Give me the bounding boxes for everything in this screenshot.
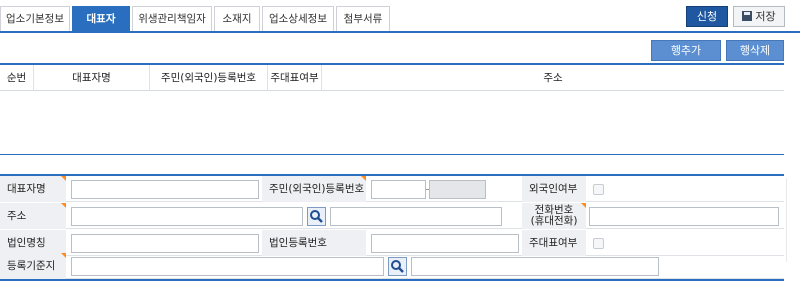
phone-label-line2: (휴대전화) [530,215,578,227]
rep-name-input[interactable] [71,180,259,199]
tab-hygiene-manager[interactable]: 위생관리책임자 [132,6,212,32]
reg-basis-address-input[interactable] [411,257,659,276]
resident-no-back-input [429,180,486,199]
magnifier-icon [310,210,323,223]
magnifier-icon [391,260,404,273]
tab-business-details[interactable]: 업소상세정보 [262,6,334,32]
apply-button[interactable]: 신청 [686,6,728,27]
foreigner-label: 외국인여부 [522,176,586,202]
grid-bottom-border [0,154,784,155]
column-header-resident-no[interactable]: 주민(외국인)등록번호 [150,65,268,91]
add-row-button[interactable]: 행추가 [651,40,721,61]
grid-header: 순번 대표자명 주민(외국인)등록번호 주대표여부 주소 [0,65,784,91]
phone-label: 전화번호 (휴대전화) [522,203,586,229]
save-button[interactable]: 저장 [733,6,785,27]
delete-row-button[interactable]: 행삭제 [726,40,784,61]
corp-reg-no-input[interactable] [371,234,519,253]
column-header-main-rep[interactable]: 주대표여부 [268,65,322,91]
column-header-seq[interactable]: 순번 [0,65,34,91]
foreigner-checkbox[interactable] [593,184,604,195]
reg-basis-label: 등록기준지 [0,253,66,279]
grid-body[interactable] [0,92,784,154]
form-bottom-border [0,279,784,281]
tab-bar-underline [0,31,800,33]
save-button-label: 저장 [755,10,776,23]
main-rep-checkbox[interactable] [593,238,604,249]
reg-basis-search-button[interactable] [388,257,407,276]
address-label: 주소 [0,203,66,229]
phone-input[interactable] [589,207,779,226]
floppy-disk-icon [742,11,753,21]
form-row-reg-basis: 등록기준지 [0,253,784,279]
corp-name-input[interactable] [71,234,259,253]
resident-no-front-input[interactable] [371,180,426,199]
form-row-address: 주소 전화번호 (휴대전화) [0,203,784,229]
address-search-button[interactable] [307,207,326,226]
column-header-address[interactable]: 주소 [322,65,784,91]
rep-name-label: 대표자명 [0,176,66,202]
reg-basis-zip-input[interactable] [71,257,384,276]
column-header-rep-name[interactable]: 대표자명 [34,65,150,91]
tab-location[interactable]: 소재지 [214,6,260,32]
tab-representative[interactable]: 대표자 [72,6,130,32]
zipcode-input[interactable] [71,207,303,226]
vertical-scrollbar[interactable] [786,178,800,262]
tab-attachments[interactable]: 첨부서류 [336,6,390,32]
address-input[interactable] [330,207,502,226]
resident-no-label: 주민(외국인)등록번호 [262,176,366,202]
tab-business-basic-info[interactable]: 업소기본정보 [0,6,70,32]
form-row-rep: 대표자명 주민(외국인)등록번호 외국인여부 [0,176,784,202]
